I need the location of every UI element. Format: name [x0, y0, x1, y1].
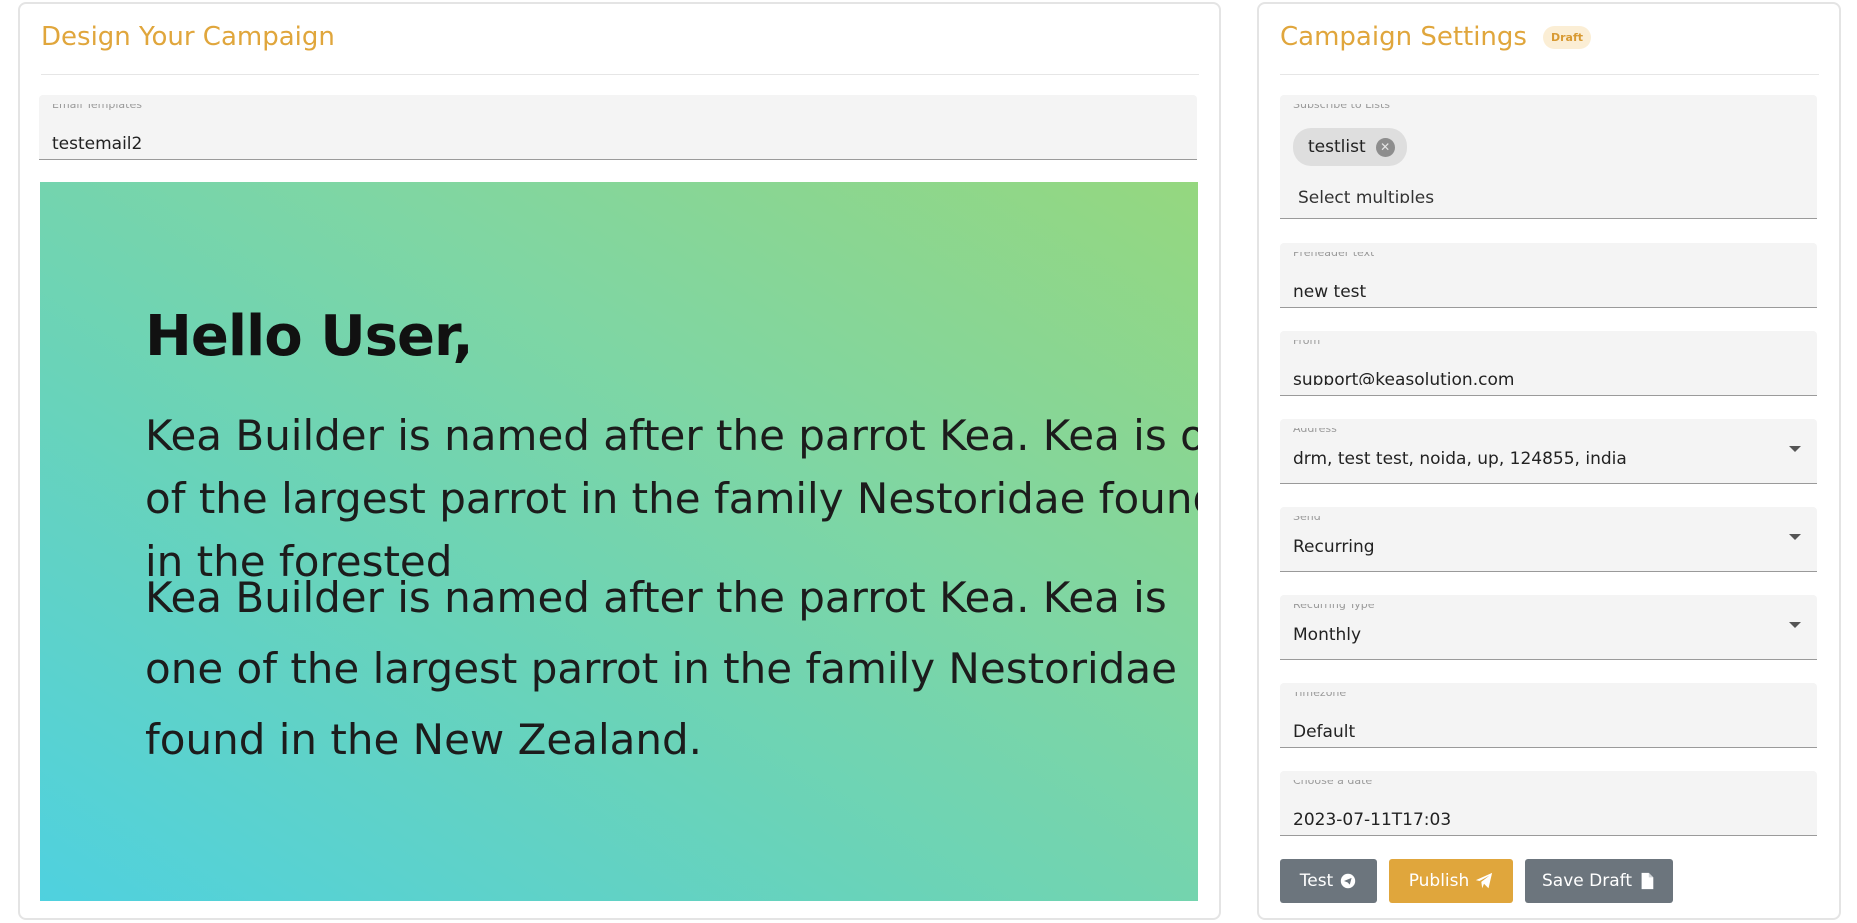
preheader-text-field[interactable]: Preheader text new test	[1280, 243, 1817, 308]
email-preview: Hello User, Kea Builder is named after t…	[40, 182, 1198, 901]
recurring-type-value: Monthly	[1293, 625, 1362, 645]
list-chip[interactable]: testlist ✕	[1293, 128, 1407, 166]
preheader-value: new test	[1293, 282, 1367, 297]
recurring-type-select[interactable]: Recurring Type Monthly	[1280, 595, 1817, 660]
address-value: drm, test test, noida, up, 124855, india	[1293, 449, 1627, 469]
timezone-field[interactable]: Timezone Default	[1280, 683, 1817, 748]
test-button-label: Test	[1299, 871, 1334, 891]
telegram-icon	[1341, 873, 1356, 889]
recurring-type-label: Recurring Type	[1293, 604, 1375, 611]
publish-button[interactable]: Publish	[1389, 859, 1513, 903]
chevron-down-icon	[1789, 446, 1801, 452]
status-badge: Draft	[1542, 25, 1591, 49]
design-campaign-panel: Design Your Campaign Email Templates tes…	[18, 2, 1221, 920]
email-template-label: Email Templates	[52, 104, 142, 111]
send-select[interactable]: Send Recurring	[1280, 507, 1817, 572]
date-field[interactable]: Choose a date 2023-07-11T17:03	[1280, 771, 1817, 836]
file-icon	[1641, 872, 1654, 890]
chevron-down-icon	[1789, 622, 1801, 628]
date-label: Choose a date	[1293, 780, 1373, 787]
save-draft-button-label: Save Draft	[1542, 871, 1632, 891]
from-label: From	[1293, 340, 1321, 347]
preview-greeting: Hello User,	[145, 304, 474, 369]
settings-title-row: Campaign Settings Draft	[1280, 22, 1591, 52]
title-divider	[1280, 74, 1819, 75]
lists-placeholder: Select multiples	[1298, 188, 1435, 203]
list-chip-label: testlist	[1308, 137, 1366, 157]
preview-paragraph: Kea Builder is named after the parrot Ke…	[145, 573, 1177, 764]
timezone-label: Timezone	[1293, 692, 1347, 699]
chevron-down-icon	[1789, 534, 1801, 540]
test-button[interactable]: Test	[1280, 859, 1377, 903]
address-label: Address	[1293, 428, 1337, 435]
from-field[interactable]: From support@keasolution.com	[1280, 331, 1817, 396]
timezone-value: Default	[1293, 722, 1356, 737]
design-panel-title: Design Your Campaign	[41, 22, 335, 52]
close-icon[interactable]: ✕	[1375, 137, 1395, 157]
subscribe-lists-multiselect[interactable]: Subscribe to Lists testlist ✕ Select mul…	[1280, 95, 1817, 219]
paper-plane-icon	[1476, 872, 1493, 889]
address-select[interactable]: Address drm, test test, noida, up, 12485…	[1280, 419, 1817, 484]
publish-button-label: Publish	[1408, 871, 1470, 891]
email-template-select[interactable]: Email Templates testemail2	[39, 95, 1197, 160]
preheader-label: Preheader text	[1293, 252, 1375, 259]
title-divider	[41, 74, 1199, 75]
settings-panel-title: Campaign Settings	[1280, 22, 1527, 52]
subscribe-lists-label: Subscribe to Lists	[1293, 104, 1391, 111]
campaign-settings-panel: Campaign Settings Draft Subscribe to Lis…	[1257, 2, 1841, 920]
date-value: 2023-07-11T17:03	[1293, 810, 1452, 825]
email-template-value: testemail2	[52, 134, 143, 149]
save-draft-button[interactable]: Save Draft	[1525, 859, 1673, 903]
send-label: Send	[1293, 516, 1321, 523]
send-value: Recurring	[1293, 537, 1375, 557]
from-value: support@keasolution.com	[1293, 370, 1515, 385]
